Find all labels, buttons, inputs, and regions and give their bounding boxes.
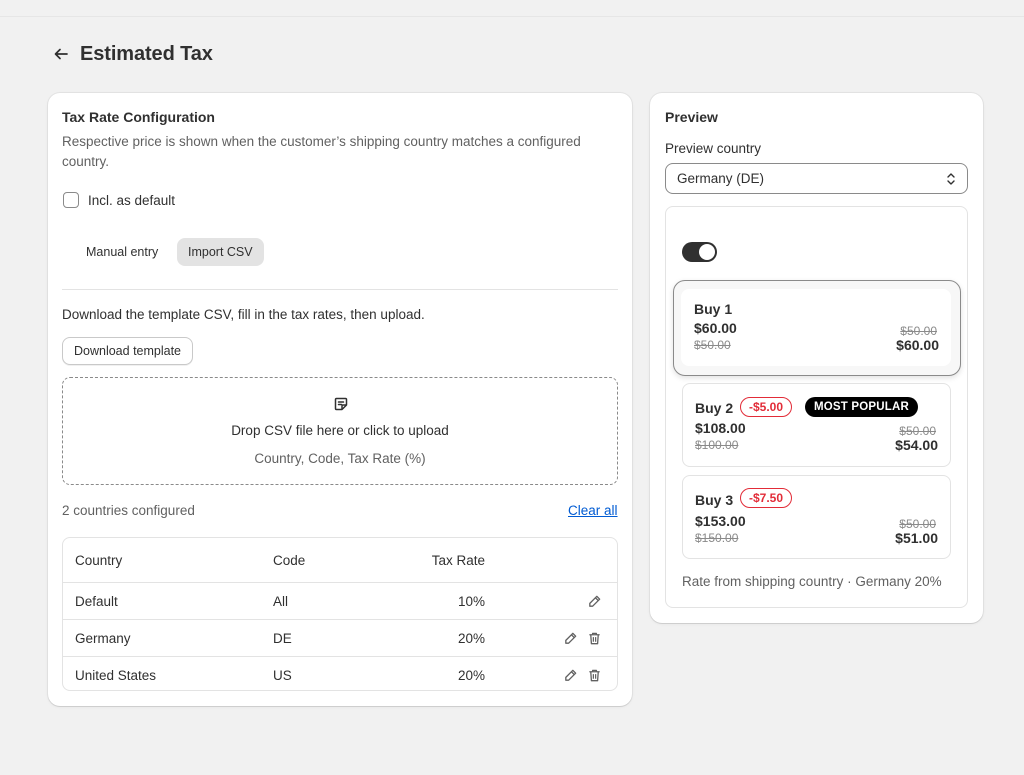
trash-icon	[588, 632, 600, 644]
row-tax-rate: 10%	[457, 593, 485, 609]
header-code: Code	[273, 552, 306, 568]
section-divider	[62, 289, 618, 290]
row-code: All	[273, 593, 289, 609]
top-divider	[0, 16, 1024, 17]
note-icon	[334, 397, 348, 411]
header-country: Country	[75, 552, 123, 568]
offer-compare-price: $50.00	[899, 424, 936, 438]
config-description: Respective price is shown when the custo…	[62, 134, 581, 169]
offer-original-price: $50.00	[694, 338, 731, 352]
row-code: DE	[273, 630, 292, 646]
import-instructions: Download the template CSV, fill in the t…	[62, 307, 425, 322]
edit-button[interactable]	[561, 666, 579, 684]
offer-unit-price: $60.00	[896, 337, 939, 353]
row-code: US	[273, 667, 292, 683]
offer-title: Buy 1	[694, 301, 733, 317]
table-header-row: Country Code Tax Rate	[63, 538, 617, 582]
config-title: Tax Rate Configuration	[62, 109, 215, 125]
toggle-knob	[699, 244, 715, 260]
row-country: Default	[75, 593, 118, 609]
offer-original-price: $150.00	[695, 531, 739, 545]
preview-toggle[interactable]	[682, 242, 717, 262]
discount-badge: -$7.50	[740, 488, 793, 508]
header-tax-rate: Tax Rate	[431, 552, 485, 568]
tax-rates-table: Country Code Tax Rate Default All 10% Ge…	[62, 537, 618, 691]
preview-title: Preview	[665, 109, 718, 125]
offer-title: Buy 3	[695, 492, 734, 508]
pencil-icon	[564, 669, 576, 681]
dropzone-text: Drop CSV file here or click to upload	[231, 423, 449, 438]
table-row: United States US 20%	[63, 656, 617, 690]
offer-price: $108.00	[695, 420, 746, 436]
back-button[interactable]	[52, 41, 70, 67]
tax-config-card: Tax Rate Configuration Respective price …	[48, 93, 632, 706]
tab-manual-entry[interactable]: Manual entry	[75, 238, 169, 266]
incl-default-row[interactable]: Incl. as default	[63, 192, 175, 208]
row-country: United States	[75, 667, 157, 683]
offer-card-1-inner: Buy 1 $60.00 $50.00 $50.00 $60.00	[681, 289, 951, 366]
delete-button[interactable]	[585, 666, 603, 684]
offer-card-2[interactable]: Buy 2 -$5.00 MOST POPULAR $108.00 $100.0…	[682, 383, 951, 467]
offer-price: $153.00	[695, 513, 746, 529]
incl-default-label: Incl. as default	[88, 192, 176, 208]
preview-country-select[interactable]: Germany (DE)	[665, 163, 968, 194]
csv-dropzone[interactable]: Drop CSV file here or click to upload Co…	[62, 377, 618, 485]
page-header: Estimated Tax	[52, 41, 213, 67]
clear-all-link[interactable]: Clear all	[568, 503, 618, 518]
offer-card-3[interactable]: Buy 3 -$7.50 $153.00 $150.00 $50.00 $51.…	[682, 475, 951, 559]
offer-compare-price: $50.00	[899, 517, 936, 531]
preview-area: Buy 1 $60.00 $50.00 $50.00 $60.00 Buy 2 …	[665, 206, 968, 608]
page-title: Estimated Tax	[80, 42, 213, 65]
preview-country-label: Preview country	[665, 141, 762, 156]
offer-original-price: $100.00	[695, 438, 739, 452]
tab-import-csv[interactable]: Import CSV	[177, 238, 264, 266]
pencil-icon	[564, 632, 576, 644]
download-template-button[interactable]: Download template	[62, 337, 194, 365]
row-tax-rate: 20%	[457, 667, 485, 683]
offer-price: $60.00	[694, 320, 737, 336]
discount-badge: -$5.00	[740, 397, 793, 417]
table-row: Default All 10%	[63, 582, 617, 619]
select-chevrons-icon	[947, 173, 955, 185]
offer-title: Buy 2	[695, 400, 734, 416]
table-row: Germany DE 20%	[63, 619, 617, 656]
trash-icon	[588, 669, 600, 681]
preview-footer-note: Rate from shipping country · Germany 20%	[682, 574, 942, 589]
edit-button[interactable]	[561, 629, 579, 647]
arrow-left-icon	[54, 48, 68, 60]
offer-compare-price: $50.00	[900, 324, 937, 338]
row-country: Germany	[75, 630, 131, 646]
most-popular-badge: MOST POPULAR	[805, 397, 919, 417]
preview-country-value: Germany (DE)	[677, 171, 765, 186]
incl-default-checkbox[interactable]	[63, 192, 79, 208]
countries-count: 2 countries configured	[62, 503, 195, 518]
delete-button[interactable]	[585, 629, 603, 647]
dropzone-hint: Country, Code, Tax Rate (%)	[254, 451, 426, 466]
row-tax-rate: 20%	[457, 630, 485, 646]
offer-unit-price: $54.00	[895, 437, 938, 453]
pencil-icon	[588, 595, 600, 607]
edit-button[interactable]	[585, 592, 603, 610]
offer-card-1[interactable]: Buy 1 $60.00 $50.00 $50.00 $60.00	[673, 280, 961, 376]
preview-card: Preview Preview country Germany (DE) Buy…	[650, 93, 983, 623]
offer-unit-price: $51.00	[895, 530, 938, 546]
